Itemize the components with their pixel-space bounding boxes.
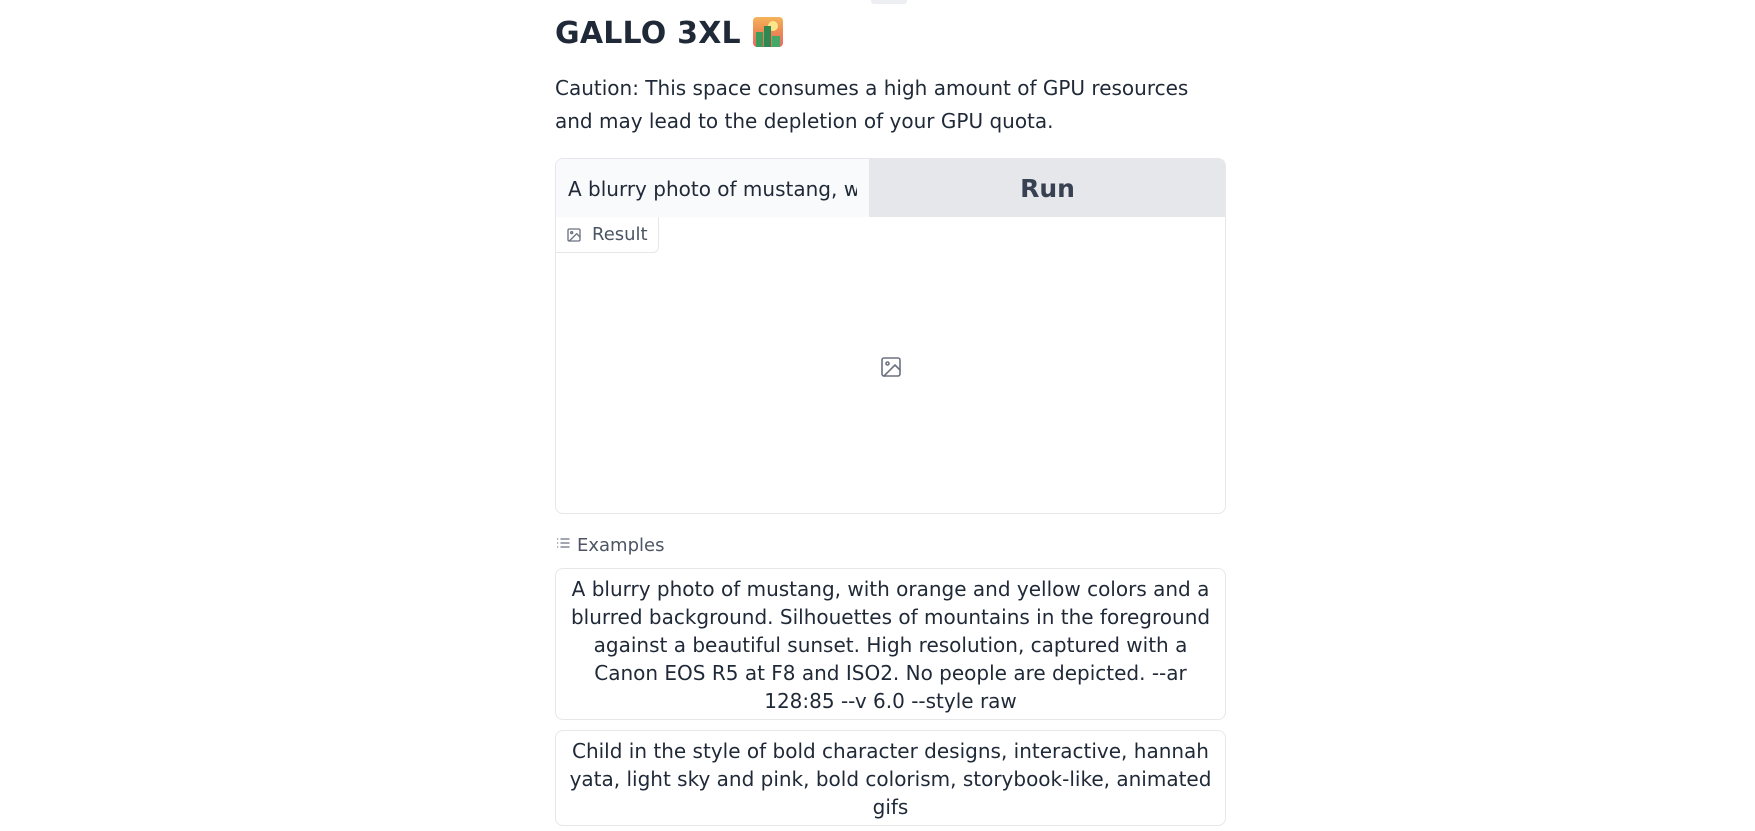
caution-description: Caution: This space consumes a high amou… [555, 76, 1189, 133]
image-placeholder-icon [879, 355, 903, 383]
page-title-text: GALLO 3XL [555, 16, 741, 51]
example-item[interactable]: Child in the style of bold character des… [555, 730, 1226, 826]
examples-label: Examples [577, 535, 665, 556]
result-image-panel: Result [555, 217, 1226, 514]
result-label-text: Result [592, 224, 648, 245]
sunrise-over-buildings-icon [752, 17, 783, 47]
top-tab-indicator [871, 0, 907, 4]
run-button[interactable]: Run [870, 159, 1225, 218]
list-icon [555, 535, 571, 556]
prompt-form: Run [555, 158, 1226, 218]
examples-header: Examples [555, 535, 664, 556]
example-item[interactable]: A blurry photo of mustang, with orange a… [555, 568, 1226, 720]
result-label: Result [556, 217, 659, 253]
page-title: GALLO 3XL [555, 12, 783, 56]
image-icon [566, 227, 582, 243]
prompt-input[interactable] [556, 159, 870, 218]
